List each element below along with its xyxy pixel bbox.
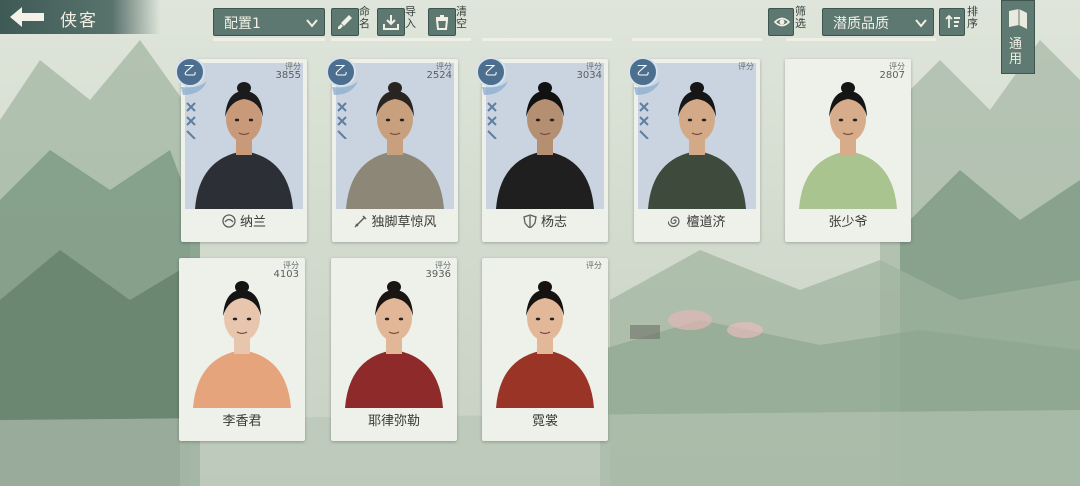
score-label: 评分: [738, 62, 754, 71]
shield-icon: [523, 214, 537, 229]
rename-label: 命名: [359, 5, 370, 30]
general-label: 通用: [1009, 37, 1023, 67]
order-button[interactable]: [939, 8, 965, 36]
hero-name-bar: 纳兰: [181, 211, 307, 235]
score-value: 3034: [576, 70, 602, 81]
config-select[interactable]: 配置1: [213, 8, 325, 36]
sword-icon: [354, 215, 368, 228]
hero-name-bar: 耶律弥勒: [331, 410, 457, 434]
hero-portrait: [789, 63, 907, 209]
hero-name-bar: 独脚草惊风: [332, 211, 458, 235]
hero-card[interactable]: 乙评分 檀道济: [628, 57, 760, 242]
config-select-value: 配置1: [224, 16, 261, 32]
score-value: 3936: [425, 269, 451, 280]
rename-button[interactable]: [331, 8, 359, 36]
deco-underline: [482, 38, 612, 41]
top-bar: 侠客 配置1 命名 导入 清空 筛选 潜质品质 排序 通用: [0, 0, 1080, 74]
config-underline: [213, 38, 325, 41]
hero-card[interactable]: 评分 4103 李香君: [179, 258, 305, 441]
hero-name: 李香君: [222, 414, 262, 429]
score-block: 评分: [738, 62, 754, 71]
book-icon: [1009, 9, 1027, 29]
spiral-icon: [667, 216, 681, 228]
import-button[interactable]: [377, 8, 405, 36]
tools-underline: [331, 38, 471, 41]
rank-arrows-icon: [634, 81, 660, 139]
hero-name: 独脚草惊风: [371, 215, 437, 230]
score-block: 评分 2807: [879, 62, 905, 81]
score-block: 评分 2524: [426, 62, 452, 81]
score-value: 4103: [273, 269, 299, 280]
score-value: 3855: [275, 70, 301, 81]
import-label: 导入: [405, 5, 416, 30]
score-block: 评分: [586, 261, 602, 270]
score-value: 2807: [879, 70, 905, 81]
swirl-icon: [222, 214, 236, 228]
clear-label: 清空: [456, 5, 467, 30]
brush-icon: [338, 15, 352, 29]
clear-button[interactable]: [428, 8, 456, 36]
hero-portrait: [486, 262, 604, 408]
score-value: 2524: [426, 70, 452, 81]
trash-icon: [435, 15, 449, 30]
sort-select[interactable]: 潜质品质: [822, 8, 934, 36]
hero-card[interactable]: 评分 2807 张少爷: [785, 59, 911, 242]
general-button[interactable]: 通用: [1001, 0, 1035, 74]
hero-name-bar: 霓裳: [482, 410, 608, 434]
hero-card[interactable]: 评分霓裳: [482, 258, 608, 441]
hero-name-bar: 檀道济: [634, 211, 760, 235]
hero-name-bar: 杨志: [482, 211, 608, 235]
score-block: 评分 4103: [273, 261, 299, 280]
score-label: 评分: [586, 261, 602, 270]
sort-underline: [786, 38, 936, 41]
rank-arrows-icon: [332, 81, 358, 139]
sort-select-value: 潜质品质: [833, 16, 889, 32]
hero-name: 耶律弥勒: [367, 414, 420, 429]
filter-label: 筛选: [795, 5, 806, 30]
hero-card[interactable]: 评分 3936 耶律弥勒: [331, 258, 457, 441]
filter-button[interactable]: [768, 8, 794, 36]
chevron-down-icon: [915, 19, 927, 28]
hero-name: 檀道济: [686, 215, 726, 230]
import-icon: [383, 15, 399, 30]
hero-card[interactable]: 乙评分 3034 杨志: [476, 57, 608, 242]
rank-arrows-icon: [181, 81, 207, 139]
hero-card[interactable]: 乙评分 3855 纳兰: [175, 57, 307, 242]
back-arrow-icon[interactable]: [6, 4, 48, 30]
sort-order-icon: [945, 14, 960, 28]
hero-name: 杨志: [540, 215, 567, 230]
hero-name: 张少爷: [828, 215, 868, 230]
score-block: 评分 3034: [576, 62, 602, 81]
eye-icon: [774, 17, 790, 27]
rank-arrows-icon: [482, 81, 508, 139]
hero-portrait: [183, 262, 301, 408]
score-block: 评分 3936: [425, 261, 451, 280]
deco-underline-2: [632, 38, 762, 41]
hero-name: 纳兰: [239, 215, 266, 230]
hero-card[interactable]: 乙评分 2524 独脚草惊风: [326, 57, 458, 242]
order-label: 排序: [967, 5, 978, 30]
chevron-down-icon: [306, 19, 318, 28]
hero-name: 霓裳: [531, 414, 558, 429]
page-title: 侠客: [60, 11, 98, 31]
score-block: 评分 3855: [275, 62, 301, 81]
hero-name-bar: 李香君: [179, 410, 305, 434]
hero-portrait: [335, 262, 453, 408]
hero-name-bar: 张少爷: [785, 211, 911, 235]
